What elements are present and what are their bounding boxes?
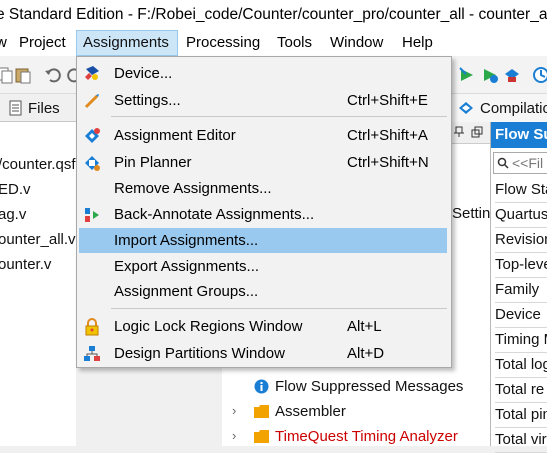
menu-view[interactable]: w bbox=[0, 34, 7, 51]
summary-row: Revision bbox=[495, 228, 547, 253]
menu-item-label: Pin Planner bbox=[114, 154, 192, 171]
menu-separator bbox=[111, 308, 447, 309]
chevron-right-icon[interactable]: › bbox=[232, 403, 236, 418]
menu-item-label: Logic Lock Regions Window bbox=[114, 318, 303, 335]
menu-item-export-assignments[interactable]: Export Assignments... bbox=[79, 254, 447, 279]
summary-row: Quartus bbox=[495, 203, 547, 228]
menu-item-import-assignments[interactable]: Import Assignments... bbox=[79, 228, 447, 253]
undo-icon[interactable] bbox=[44, 66, 62, 84]
menu-item-back-annotate[interactable]: Back-Annotate Assignments... bbox=[79, 202, 447, 227]
pin-planner-icon bbox=[85, 156, 100, 171]
menu-item-logic-lock[interactable]: Logic Lock Regions Window Alt+L bbox=[79, 314, 447, 339]
tree-item-label: Flow Suppressed Messages bbox=[275, 378, 464, 395]
menu-project[interactable]: Project bbox=[19, 34, 66, 51]
menu-item-label: Assignment Editor bbox=[114, 127, 236, 144]
menu-item-shortcut: Alt+L bbox=[347, 318, 382, 335]
chevron-right-icon[interactable]: › bbox=[232, 428, 236, 443]
filter-placeholder: <<Fil bbox=[512, 155, 544, 171]
menu-item-remove-assignments[interactable]: Remove Assignments... bbox=[79, 176, 447, 201]
programmer-icon[interactable] bbox=[503, 66, 521, 84]
folder-icon bbox=[254, 405, 269, 418]
summary-row: Total vir bbox=[495, 428, 547, 453]
search-icon bbox=[497, 157, 509, 169]
menu-item-label: Import Assignments... bbox=[114, 232, 259, 249]
menu-item-label: Remove Assignments... bbox=[114, 180, 272, 197]
paste-icon[interactable] bbox=[14, 66, 32, 84]
menu-item-shortcut: Alt+D bbox=[347, 345, 385, 362]
file-item[interactable]: ag.v bbox=[0, 206, 26, 223]
settings-row-partial: Settin bbox=[452, 205, 491, 222]
compilation-tab-label: Compilatio bbox=[480, 100, 547, 117]
menu-window[interactable]: Window bbox=[330, 34, 383, 51]
menu-separator bbox=[111, 116, 447, 117]
files-tab-label: Files bbox=[28, 100, 60, 117]
copy-icon[interactable] bbox=[0, 66, 14, 84]
menu-item-device[interactable]: Device... bbox=[79, 61, 447, 86]
summary-row: Total re bbox=[495, 378, 547, 403]
menu-tools[interactable]: Tools bbox=[277, 34, 312, 51]
menu-item-label: Settings... bbox=[114, 92, 181, 109]
window-title: e Standard Edition - F:/Robei_code/Count… bbox=[0, 6, 547, 23]
summary-row: Timing M bbox=[495, 328, 547, 353]
files-icon bbox=[9, 100, 22, 116]
tree-item-assembler[interactable]: › Assembler bbox=[232, 403, 452, 423]
start-compilation-icon[interactable] bbox=[458, 66, 476, 84]
design-partitions-icon bbox=[84, 346, 100, 361]
filter-input[interactable]: <<Fil bbox=[493, 152, 547, 174]
summary-row: Device bbox=[495, 303, 547, 328]
summary-row: Flow Sta bbox=[495, 178, 547, 203]
menu-item-assignment-editor[interactable]: Assignment Editor Ctrl+Shift+A bbox=[79, 123, 447, 148]
compilation-report-tab[interactable]: Compilatio bbox=[448, 94, 547, 122]
assignment-editor-icon bbox=[85, 128, 100, 143]
tree-item-label: TimeQuest Timing Analyzer bbox=[275, 428, 458, 445]
netlist-viewer-icon[interactable] bbox=[532, 66, 547, 84]
menu-item-label: Device... bbox=[114, 65, 173, 82]
file-item[interactable]: ED.v bbox=[0, 181, 31, 198]
menu-bar: w Project Assignments Processing Tools W… bbox=[0, 30, 547, 56]
menu-assignments[interactable]: Assignments bbox=[76, 30, 178, 56]
menu-help[interactable]: Help bbox=[402, 34, 433, 51]
summary-row: Family bbox=[495, 278, 547, 303]
folder-icon bbox=[254, 430, 269, 443]
title-bar: e Standard Edition - F:/Robei_code/Count… bbox=[0, 0, 547, 30]
menu-item-label: Export Assignments... bbox=[114, 258, 260, 275]
file-item[interactable]: ounter.v bbox=[0, 256, 51, 273]
file-item[interactable]: /counter.qsf bbox=[0, 156, 76, 173]
logic-lock-icon bbox=[85, 318, 99, 336]
menu-item-label: Back-Annotate Assignments... bbox=[114, 206, 315, 223]
pin-icon[interactable] bbox=[453, 126, 465, 138]
menu-item-design-partitions[interactable]: Design Partitions Window Alt+D bbox=[79, 341, 447, 366]
info-icon bbox=[254, 379, 269, 394]
menu-item-shortcut: Ctrl+Shift+A bbox=[347, 127, 428, 144]
file-item[interactable]: ounter_all.v bbox=[0, 231, 76, 248]
summary-row: Total log bbox=[495, 353, 547, 378]
analysis-icon[interactable] bbox=[481, 66, 499, 84]
menu-item-shortcut: Ctrl+Shift+N bbox=[347, 154, 429, 171]
assignments-dropdown-menu: Device... Settings... Ctrl+Shift+E Assig… bbox=[76, 56, 452, 368]
menu-item-pin-planner[interactable]: Pin Planner Ctrl+Shift+N bbox=[79, 150, 447, 175]
menu-item-label: Assignment Groups... bbox=[114, 283, 259, 300]
settings-icon bbox=[84, 94, 99, 109]
summary-row: Total pin bbox=[495, 403, 547, 428]
menu-item-shortcut: Ctrl+Shift+E bbox=[347, 92, 428, 109]
menu-assignments-label: Assignments bbox=[83, 34, 169, 51]
flow-summary-header: Flow Su bbox=[491, 122, 547, 148]
menu-item-settings[interactable]: Settings... Ctrl+Shift+E bbox=[79, 88, 447, 113]
menu-item-assignment-groups[interactable]: Assignment Groups... bbox=[79, 279, 447, 304]
tree-item-timequest[interactable]: › TimeQuest Timing Analyzer bbox=[232, 428, 482, 448]
back-annotate-icon bbox=[85, 208, 99, 222]
device-icon bbox=[85, 66, 99, 80]
flow-summary-panel: Flow Su <<Fil Flow Sta Quartus Revision … bbox=[490, 122, 547, 453]
compilation-icon bbox=[459, 102, 473, 114]
restore-icon[interactable] bbox=[471, 126, 483, 138]
tree-item-label: Assembler bbox=[275, 403, 346, 420]
summary-row: Top-leve bbox=[495, 253, 547, 278]
menu-processing[interactable]: Processing bbox=[186, 34, 260, 51]
menu-item-label: Design Partitions Window bbox=[114, 345, 285, 362]
files-tab[interactable]: Files bbox=[0, 94, 76, 122]
